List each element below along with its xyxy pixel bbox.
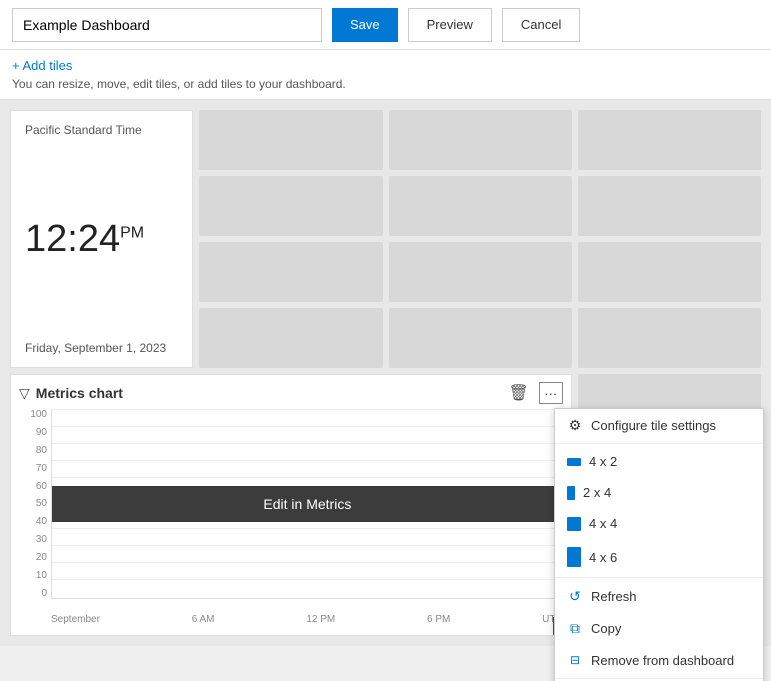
toolbar: + Add tiles You can resize, move, edit t… [0,50,771,100]
header: Save Preview Cancel [0,0,771,50]
menu-item-configure-label: Configure tile settings [591,418,716,433]
menu-item-remove[interactable]: ⊟ Remove from dashboard [555,644,763,676]
main-content: + Add tiles You can resize, move, edit t… [0,50,771,681]
more-options-button[interactable]: ··· [539,382,563,404]
menu-item-size-2x4[interactable]: 2 x 4 [555,477,763,508]
save-button[interactable]: Save [332,8,398,42]
metrics-title-row: ▽ Metrics chart [19,385,123,402]
dashboard-wrapper: Pacific Standard Time 12:24PM Friday, Se… [0,100,771,681]
remove-icon: ⊟ [567,652,583,668]
menu-item-size-4x6-label: 4 x 6 [589,550,617,565]
gear-icon: ⚙ [567,417,583,433]
menu-item-refresh-label: Refresh [591,589,637,604]
ghost-tile [199,308,382,368]
ghost-tile [389,308,572,368]
menu-item-remove-label: Remove from dashboard [591,653,734,668]
menu-item-copy-label: Copy [591,621,621,636]
ghost-tile [389,110,572,170]
menu-item-refresh[interactable]: ↺ Refresh [555,580,763,612]
menu-item-size-4x4[interactable]: 4 x 4 [555,508,763,539]
size-tile-icon [567,547,581,567]
menu-item-size-2x4-label: 2 x 4 [583,485,611,500]
menu-item-copy[interactable]: ⧉ Copy [555,612,763,644]
clock-timezone: Pacific Standard Time [25,123,178,137]
clock-time: 12:24PM [25,218,178,261]
refresh-icon: ↺ [567,588,583,604]
ghost-tile [578,308,761,368]
copy-icon: ⧉ [567,620,583,636]
ghost-tile [578,242,761,302]
ghost-tile [199,176,382,236]
menu-item-size-4x4-label: 4 x 4 [589,516,617,531]
context-menu: ⚙ Configure tile settings 4 x 2 2 x 4 4 … [554,408,764,681]
clock-tile: Pacific Standard Time 12:24PM Friday, Se… [10,110,193,368]
preview-button[interactable]: Preview [408,8,492,42]
chart-xaxis: September 6 AM 12 PM 6 PM UTC [51,610,563,629]
edit-in-metrics-bar[interactable]: Edit in Metrics [52,486,563,522]
size-tile-icon [567,458,581,466]
metrics-tile: ▽ Metrics chart 🗑 ··· 100 90 80 [10,374,572,636]
ghost-tile [199,110,382,170]
metrics-actions: 🗑 ··· [504,381,562,405]
hint-text: You can resize, move, edit tiles, or add… [12,77,759,91]
clock-date: Friday, September 1, 2023 [25,341,178,355]
size-tile-icon [567,517,581,531]
funnel-icon: ▽ [19,385,30,402]
chart-body: Edit in Metrics [51,409,563,599]
ghost-tile [199,242,382,302]
cancel-button[interactable]: Cancel [502,8,580,42]
menu-item-size-4x6[interactable]: 4 x 6 [555,539,763,575]
chart-area: 100 90 80 70 60 50 40 30 20 10 0 [19,409,563,629]
menu-item-configure[interactable]: ⚙ Configure tile settings [555,409,763,441]
ghost-tile [578,110,761,170]
delete-tile-button[interactable]: 🗑 [504,381,532,405]
dashboard-title-input[interactable] [12,8,322,42]
ghost-tile [389,242,572,302]
menu-item-size-4x2-label: 4 x 2 [589,454,617,469]
metrics-title: Metrics chart [36,385,123,401]
size-tile-icon [567,486,575,500]
menu-item-size-4x2[interactable]: 4 x 2 [555,446,763,477]
ghost-tile [578,176,761,236]
ghost-tile [389,176,572,236]
metrics-header: ▽ Metrics chart 🗑 ··· [19,381,563,405]
chart-yaxis: 100 90 80 70 60 50 40 30 20 10 0 [19,409,47,599]
add-tiles-button[interactable]: + Add tiles [12,58,759,73]
